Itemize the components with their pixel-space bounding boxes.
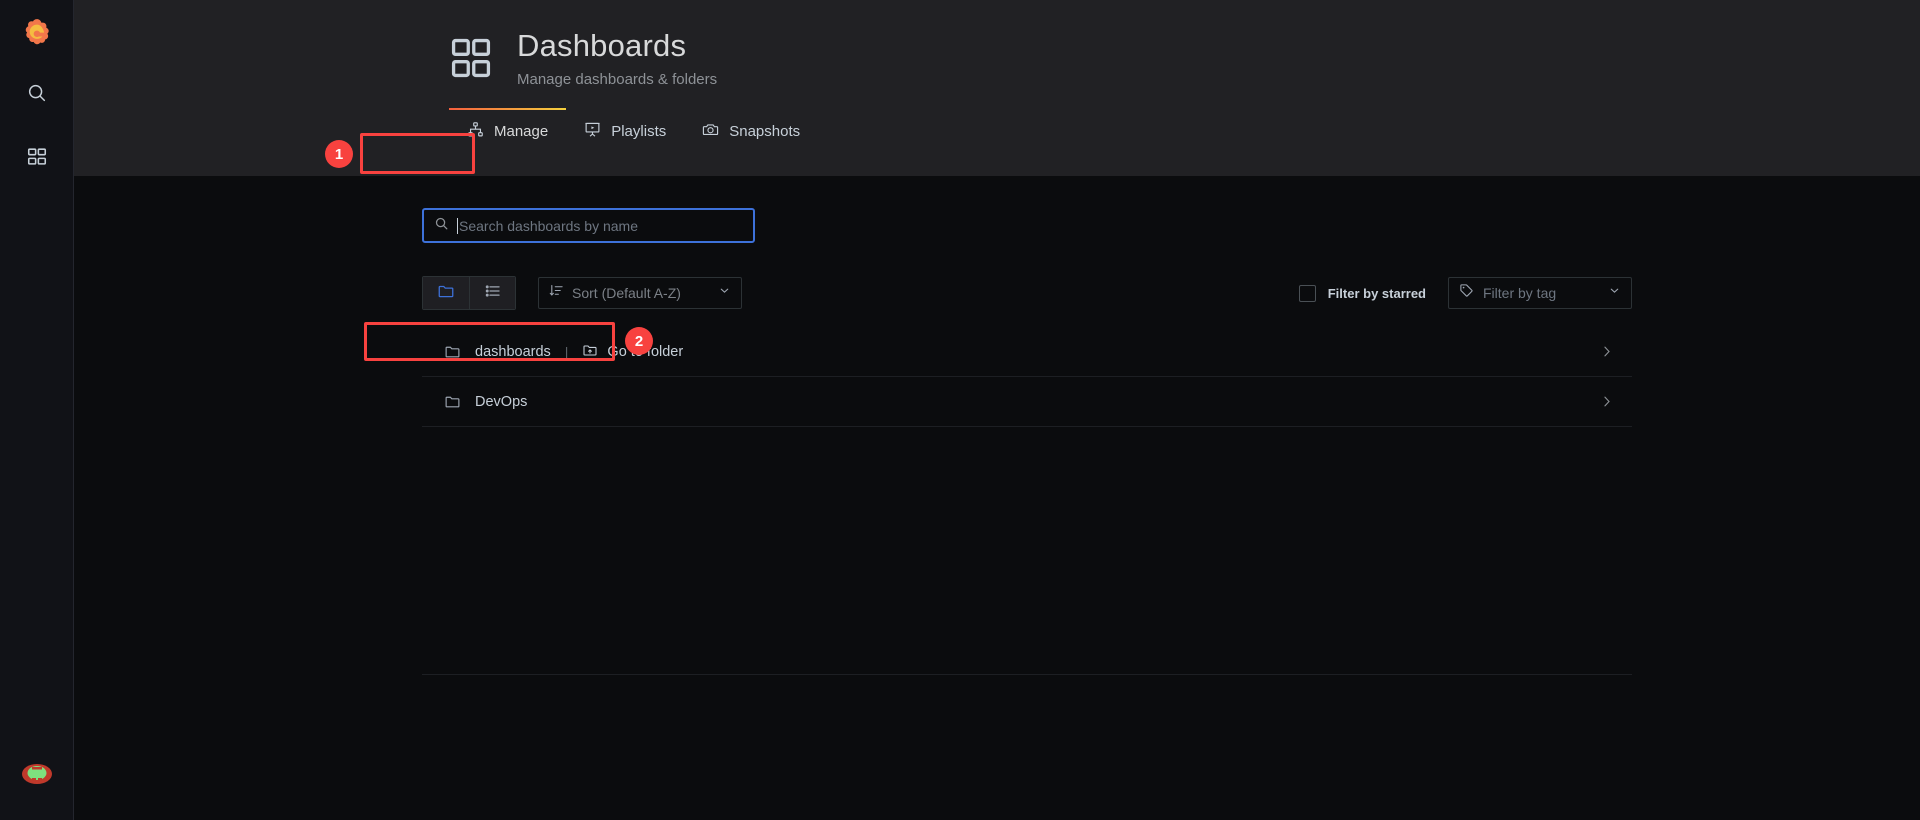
chevron-down-icon bbox=[718, 284, 731, 302]
tab-bar: Manage Playlists bbox=[74, 108, 1920, 152]
folder-icon bbox=[444, 393, 461, 410]
empty-list-area bbox=[422, 427, 1632, 675]
tab-playlists[interactable]: Playlists bbox=[566, 110, 684, 152]
user-avatar-icon bbox=[21, 762, 53, 791]
view-folders-button[interactable] bbox=[423, 277, 469, 309]
page-title: Dashboards bbox=[517, 28, 717, 64]
sort-label: Sort (Default A-Z) bbox=[572, 285, 710, 301]
folder-icon bbox=[444, 343, 461, 360]
folder-icon bbox=[437, 282, 455, 305]
tab-label: Manage bbox=[494, 123, 548, 140]
table-row[interactable]: dashboards | Go to folder bbox=[422, 327, 1632, 377]
text-caret bbox=[457, 218, 458, 234]
sidebar-item-profile[interactable] bbox=[17, 756, 57, 796]
sort-dropdown[interactable]: Sort (Default A-Z) bbox=[538, 277, 742, 309]
tab-label: Playlists bbox=[611, 123, 666, 140]
app-root: Dashboards Manage dashboards & folders bbox=[0, 0, 1920, 820]
filter-starred-checkbox[interactable]: Filter by starred bbox=[1299, 285, 1426, 302]
filter-starred-label: Filter by starred bbox=[1328, 286, 1426, 301]
tab-manage[interactable]: Manage bbox=[449, 110, 566, 152]
sidebar-item-dashboards[interactable] bbox=[14, 136, 60, 182]
sidebar-item-search[interactable] bbox=[14, 72, 60, 118]
row-divider: | bbox=[565, 344, 569, 360]
chevron-right-icon[interactable] bbox=[1599, 394, 1614, 409]
sort-amount-down-icon bbox=[549, 283, 564, 303]
page-subtitle: Manage dashboards & folders bbox=[517, 71, 717, 88]
tag-icon bbox=[1459, 283, 1474, 303]
presentation-play-icon bbox=[584, 121, 601, 142]
main-content: Search dashboards by name bbox=[74, 208, 1920, 675]
filter-toolbar: Sort (Default A-Z) Filter by starred bbox=[422, 277, 1632, 309]
view-list-button[interactable] bbox=[469, 277, 515, 309]
tab-label: Snapshots bbox=[729, 123, 800, 140]
folder-upload-icon bbox=[582, 342, 598, 362]
grafana-logo-icon[interactable] bbox=[17, 14, 57, 54]
search-icon bbox=[26, 82, 48, 109]
folder-name: DevOps bbox=[475, 394, 527, 410]
search-icon bbox=[434, 216, 449, 236]
annotation-badge-2: 2 bbox=[625, 327, 653, 355]
folder-name: dashboards bbox=[475, 344, 551, 360]
view-toggle-group bbox=[422, 276, 516, 310]
dashboards-grid-icon bbox=[449, 36, 493, 85]
page-container: Dashboards Manage dashboards & folders bbox=[74, 0, 1920, 820]
annotation-badge-1: 1 bbox=[325, 140, 353, 168]
sitemap-icon bbox=[467, 121, 484, 142]
camera-icon bbox=[702, 121, 719, 142]
side-navigation bbox=[0, 0, 74, 820]
filter-tag-dropdown[interactable]: Filter by tag bbox=[1448, 277, 1632, 309]
table-row[interactable]: DevOps bbox=[422, 377, 1632, 427]
filter-tag-placeholder: Filter by tag bbox=[1483, 285, 1599, 301]
tab-snapshots[interactable]: Snapshots bbox=[684, 110, 818, 152]
checkbox-box[interactable] bbox=[1299, 285, 1316, 302]
chevron-down-icon bbox=[1608, 284, 1621, 302]
chevron-right-icon[interactable] bbox=[1599, 344, 1614, 359]
search-input-wrapper[interactable]: Search dashboards by name bbox=[422, 208, 755, 243]
folder-list: dashboards | Go to folder bbox=[422, 327, 1632, 675]
search-placeholder: Search dashboards by name bbox=[459, 218, 638, 234]
dashboards-grid-icon bbox=[26, 146, 48, 173]
search-input[interactable]: Search dashboards by name bbox=[457, 218, 638, 234]
list-icon bbox=[484, 282, 502, 305]
